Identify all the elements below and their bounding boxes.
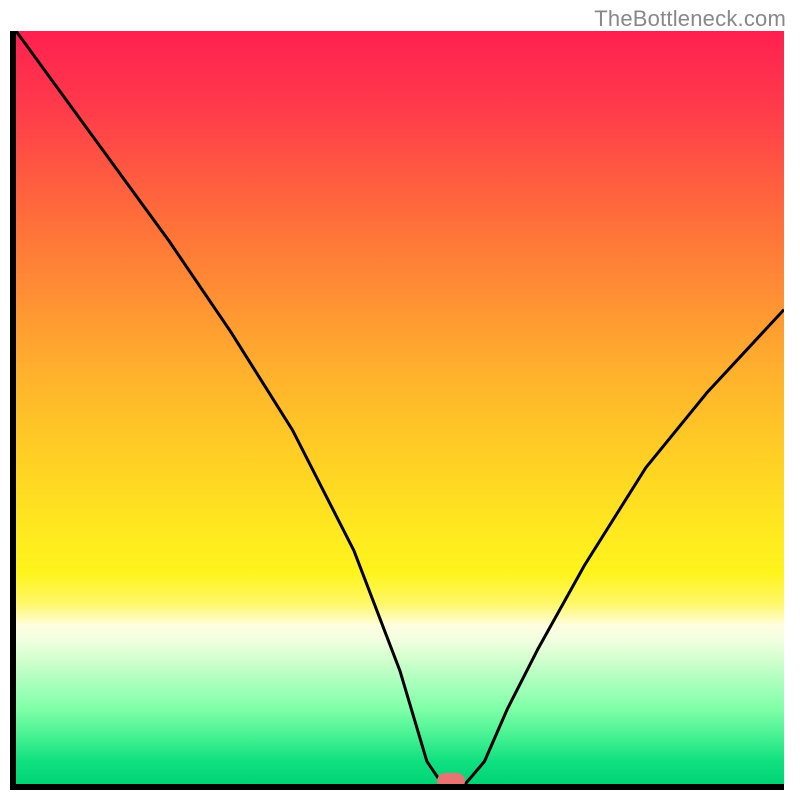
watermark-text: TheBottleneck.com	[594, 6, 786, 32]
plot-area	[16, 31, 784, 784]
bottleneck-chart: TheBottleneck.com	[0, 0, 800, 800]
y-axis	[10, 31, 16, 784]
severity-gradient-background	[16, 31, 784, 784]
x-axis	[10, 784, 784, 790]
